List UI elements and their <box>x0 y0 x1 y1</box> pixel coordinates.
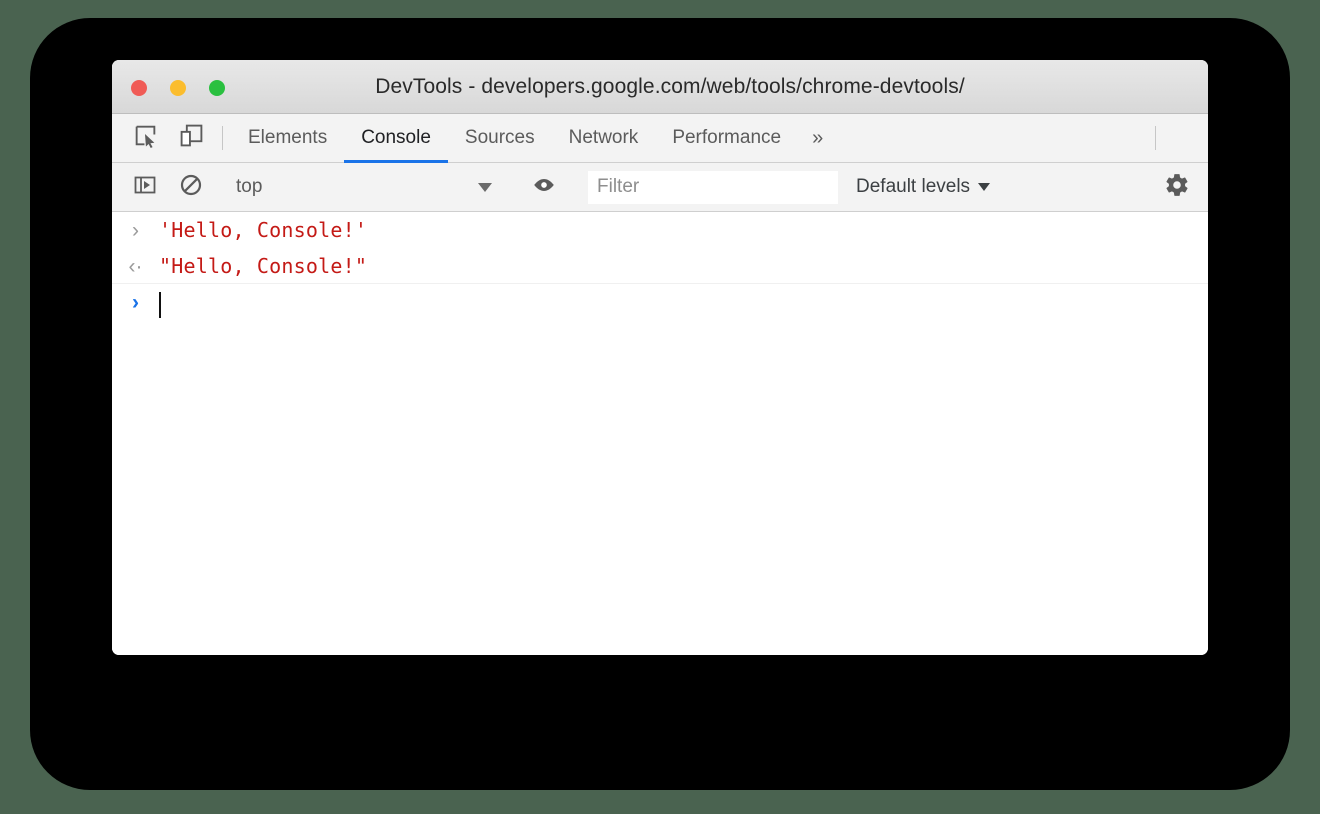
log-levels-label: Default levels <box>856 176 971 197</box>
javascript-context-selector[interactable]: top <box>231 176 504 198</box>
log-levels-selector[interactable]: Default levels <box>856 176 991 198</box>
devtools-window: DevTools - developers.google.com/web/too… <box>112 60 1208 655</box>
show-console-sidebar-icon <box>133 173 157 202</box>
chevron-down-icon <box>978 183 991 191</box>
chevron-double-right-icon: » <box>812 126 824 149</box>
tab-label: Elements <box>248 127 328 148</box>
device-toolbar-icon <box>179 123 204 153</box>
close-window-button[interactable] <box>131 80 147 96</box>
tab-elements[interactable]: Elements <box>231 114 344 162</box>
tabbar-spacer <box>837 114 1147 162</box>
console-prompt-input[interactable] <box>159 288 161 318</box>
console-message-list[interactable]: › 'Hello, Console!' ‹· "Hello, Console!"… <box>112 212 1208 655</box>
inspect-element-icon <box>133 123 158 153</box>
create-live-expression-icon <box>531 172 557 203</box>
tab-label: Console <box>361 127 431 148</box>
console-output-gutter: ‹· <box>112 252 159 281</box>
chevron-down-icon <box>478 182 492 192</box>
text-cursor <box>159 291 161 318</box>
devtools-tabbar: Elements Console Sources Network Perform… <box>112 114 1208 163</box>
javascript-context-value: top <box>236 176 263 197</box>
inspect-element-button[interactable] <box>122 114 168 162</box>
console-prompt-row[interactable]: › <box>112 284 1208 320</box>
tab-performance[interactable]: Performance <box>655 114 798 162</box>
prompt-caret-icon: › <box>132 291 139 314</box>
tab-sources[interactable]: Sources <box>448 114 552 162</box>
console-prompt-gutter: › <box>112 288 159 317</box>
tab-label: Performance <box>672 127 782 148</box>
tab-console[interactable]: Console <box>344 114 448 163</box>
console-input-row[interactable]: › 'Hello, Console!' <box>112 212 1208 248</box>
devtools-main-menu-button[interactable] <box>1164 114 1208 162</box>
clear-console-button[interactable] <box>168 173 214 202</box>
console-toolbar: top Default levels <box>112 163 1208 212</box>
create-live-expression-button[interactable] <box>521 172 567 203</box>
tab-network[interactable]: Network <box>552 114 656 162</box>
tab-label: Sources <box>464 127 535 148</box>
window-titlebar: DevTools - developers.google.com/web/too… <box>112 60 1208 114</box>
show-console-sidebar-button[interactable] <box>122 173 168 202</box>
tabbar-divider <box>222 126 223 150</box>
toggle-device-toolbar-button[interactable] <box>168 114 214 162</box>
more-tabs-button[interactable]: » <box>798 114 837 162</box>
output-caret-icon: ‹· <box>128 255 143 278</box>
settings-gear-icon <box>1164 172 1190 203</box>
tabbar-divider-right <box>1155 126 1156 150</box>
console-input-gutter: › <box>112 216 159 245</box>
maximize-window-button[interactable] <box>209 80 225 96</box>
tab-label: Network <box>568 127 639 148</box>
console-output-text: "Hello, Console!" <box>159 254 368 278</box>
console-output-row[interactable]: ‹· "Hello, Console!" <box>112 248 1208 284</box>
filter-input[interactable] <box>588 170 838 204</box>
input-caret-icon: › <box>132 219 139 242</box>
minimize-window-button[interactable] <box>170 80 186 96</box>
console-input-text: 'Hello, Console!' <box>159 218 368 242</box>
devtools-settings-button[interactable] <box>1154 172 1200 203</box>
window-title: DevTools - developers.google.com/web/too… <box>375 74 965 98</box>
clear-console-icon <box>179 173 203 202</box>
